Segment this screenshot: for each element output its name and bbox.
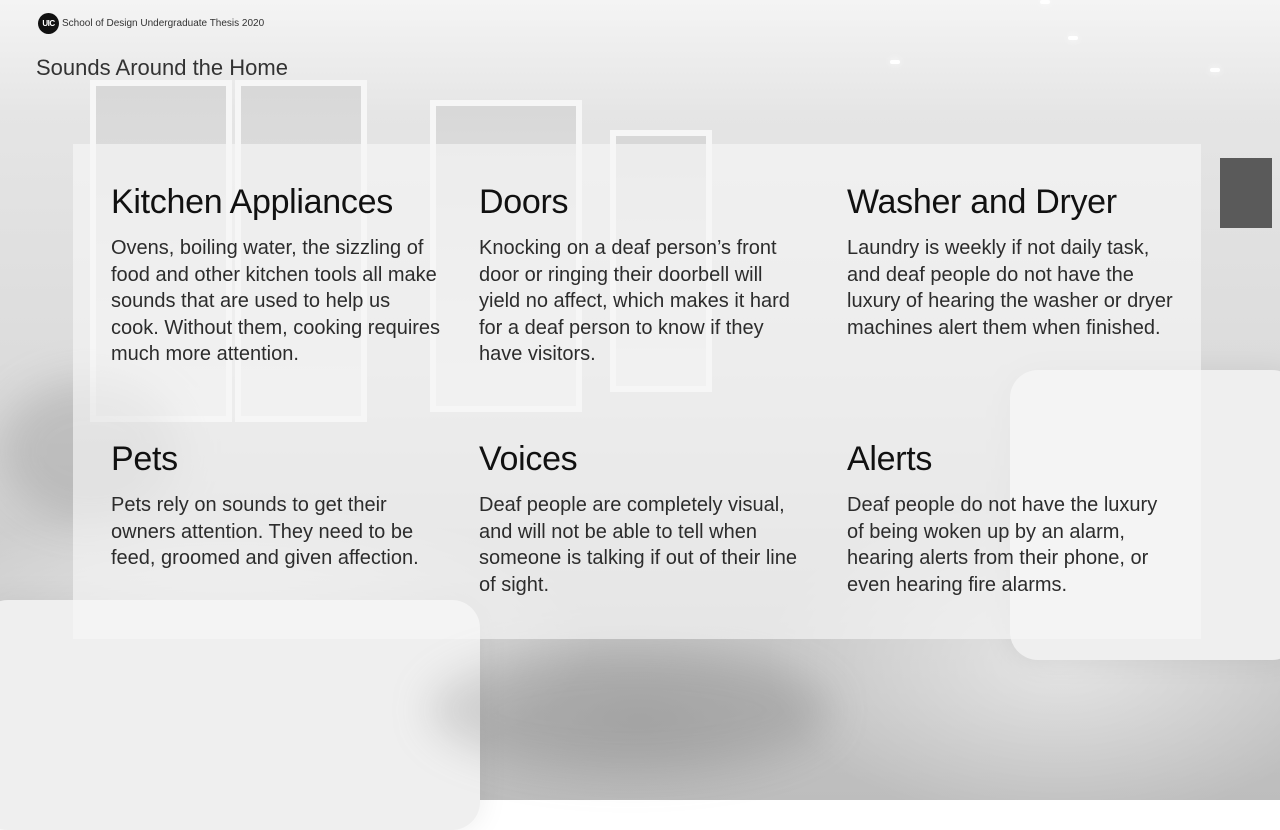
rug-shadow xyxy=(430,650,830,770)
card-washer-and-dryer: Washer and Dryer Laundry is weekly if no… xyxy=(847,182,1177,341)
card-heading: Pets xyxy=(111,440,178,478)
ceiling-light xyxy=(1068,36,1078,40)
card-heading: Alerts xyxy=(847,440,933,478)
ceiling-light xyxy=(1040,0,1050,4)
card-body: Laundry is weekly if not daily task, and… xyxy=(847,237,1173,339)
kitchen-cabinet xyxy=(1220,158,1272,228)
card-pets: Pets Pets rely on sounds to get their ow… xyxy=(111,439,441,572)
header: UIC School of Design Undergraduate Thesi… xyxy=(38,13,264,34)
card-body: Deaf people are completely visual, and w… xyxy=(479,494,797,596)
card-kitchen-appliances: Kitchen Appliances Ovens, boiling water,… xyxy=(111,182,441,368)
ceiling-light xyxy=(890,60,900,64)
card-doors: Doors Knocking on a deaf person’s front … xyxy=(479,182,809,368)
content-panel: Kitchen Appliances Ovens, boiling water,… xyxy=(73,144,1201,639)
card-body: Deaf people do not have the luxury of be… xyxy=(847,494,1158,596)
card-heading: Doors xyxy=(479,183,569,221)
card-body: Knocking on a deaf person’s front door o… xyxy=(479,237,790,365)
card-body: Pets rely on sounds to get their owners … xyxy=(111,494,419,569)
card-heading: Kitchen Appliances xyxy=(111,183,393,221)
card-alerts: Alerts Deaf people do not have the luxur… xyxy=(847,439,1177,598)
card-body: Ovens, boiling water, the sizzling of fo… xyxy=(111,237,441,365)
card-heading: Washer and Dryer xyxy=(847,183,1117,221)
card-voices: Voices Deaf people are completely visual… xyxy=(479,439,809,598)
card-heading: Voices xyxy=(479,440,578,478)
uic-logo: UIC xyxy=(38,13,59,34)
page-title: Sounds Around the Home xyxy=(36,55,288,80)
header-subtitle: School of Design Undergraduate Thesis 20… xyxy=(62,18,265,29)
ceiling-light xyxy=(1210,68,1220,72)
